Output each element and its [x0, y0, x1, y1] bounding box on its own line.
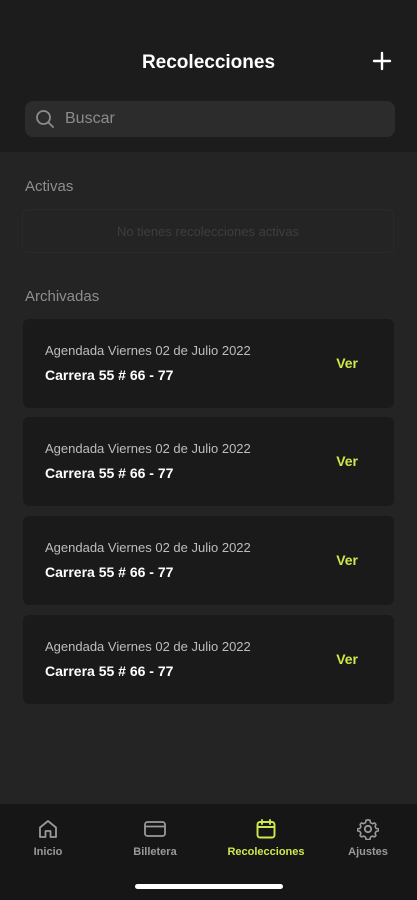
- header: Recolecciones: [0, 0, 417, 152]
- active-empty-state: No tienes recolecciones activas: [22, 209, 394, 253]
- view-button[interactable]: Ver: [336, 651, 358, 667]
- tab-billetera[interactable]: Billetera: [105, 818, 205, 858]
- search-icon: [36, 110, 54, 128]
- archived-card: Agendada Viernes 02 de Julio 2022 Carrer…: [23, 516, 394, 605]
- view-button[interactable]: Ver: [336, 453, 358, 469]
- home-indicator: [135, 884, 283, 889]
- tab-label: Inicio: [33, 846, 63, 858]
- tab-ajustes[interactable]: Ajustes: [318, 818, 417, 858]
- archived-card: Agendada Viernes 02 de Julio 2022 Carrer…: [23, 417, 394, 506]
- view-button[interactable]: Ver: [336, 355, 358, 371]
- card-date: Agendada Viernes 02 de Julio 2022: [45, 639, 251, 654]
- card-date: Agendada Viernes 02 de Julio 2022: [45, 540, 251, 555]
- view-button[interactable]: Ver: [336, 552, 358, 568]
- add-recoleccion-button[interactable]: [371, 50, 393, 72]
- card-date: Agendada Viernes 02 de Julio 2022: [45, 343, 251, 358]
- tab-recolecciones[interactable]: Recolecciones: [216, 818, 316, 858]
- tab-label: Ajustes: [348, 846, 388, 858]
- search-input[interactable]: [65, 110, 365, 128]
- page-title: Recolecciones: [141, 52, 276, 73]
- card-address: Carrera 55 # 66 - 77: [45, 663, 174, 679]
- card-address: Carrera 55 # 66 - 77: [45, 367, 174, 383]
- card-address: Carrera 55 # 66 - 77: [45, 564, 174, 580]
- archived-section-label: Archivadas: [25, 288, 100, 305]
- tab-inicio[interactable]: Inicio: [0, 818, 98, 858]
- archived-card: Agendada Viernes 02 de Julio 2022 Carrer…: [23, 615, 394, 704]
- calendar-icon: [256, 819, 276, 839]
- empty-state-text: No tienes recolecciones activas: [116, 223, 300, 239]
- home-icon: [39, 820, 57, 838]
- wallet-icon: [144, 821, 166, 837]
- search-bar[interactable]: [25, 101, 395, 137]
- card-date: Agendada Viernes 02 de Julio 2022: [45, 441, 251, 456]
- archived-card: Agendada Viernes 02 de Julio 2022 Carrer…: [23, 319, 394, 408]
- card-address: Carrera 55 # 66 - 77: [45, 465, 174, 481]
- gear-icon: [357, 819, 379, 840]
- active-section-label: Activas: [25, 178, 74, 195]
- tab-label: Billetera: [133, 846, 177, 858]
- tab-label: Recolecciones: [227, 846, 305, 858]
- plus-icon: [372, 51, 392, 71]
